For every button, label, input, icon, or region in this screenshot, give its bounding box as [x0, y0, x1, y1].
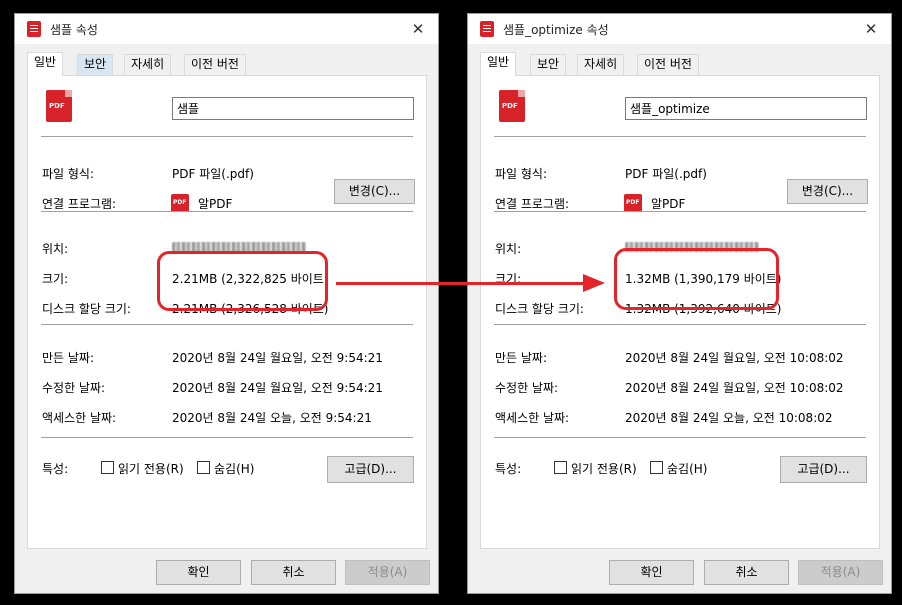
open-with-label: 연결 프로그램: [42, 197, 117, 211]
size-highlight-left [157, 251, 328, 311]
modified-value: 2020년 8월 24일 월요일, 오전 9:54:21 [172, 381, 383, 395]
apply-button[interactable]: 적용(A) [798, 560, 883, 585]
window-title: 샘플_optimize 속성 [503, 23, 609, 37]
tab-previous-versions[interactable]: 이전 버전 [184, 54, 246, 75]
separator [494, 211, 866, 212]
file-type-label: 파일 형식: [42, 167, 95, 181]
tab-previous-versions[interactable]: 이전 버전 [637, 54, 699, 75]
separator [494, 437, 866, 438]
accessed-label: 액세스한 날짜: [495, 411, 570, 425]
created-label: 만든 날짜: [42, 351, 95, 365]
tab-details[interactable]: 자세히 [577, 54, 625, 75]
pdf-app-icon: PDF [624, 194, 642, 212]
change-button[interactable]: 변경(C)... [787, 179, 868, 204]
advanced-button[interactable]: 고급(D)... [780, 456, 867, 483]
advanced-button[interactable]: 고급(D)... [327, 456, 414, 483]
attributes-label: 특성: [495, 462, 522, 476]
pdf-file-icon [480, 21, 494, 37]
file-name-input[interactable] [172, 97, 414, 120]
pdf-file-icon: PDF [499, 90, 525, 122]
separator [494, 136, 866, 137]
accessed-value: 2020년 8월 24일 오늘, 오전 10:08:02 [625, 411, 833, 425]
modified-label: 수정한 날짜: [42, 381, 106, 395]
apply-button[interactable]: 적용(A) [345, 560, 430, 585]
arrow-right-icon [583, 274, 605, 292]
tab-security[interactable]: 보안 [530, 54, 567, 75]
created-value: 2020년 8월 24일 월요일, 오전 9:54:21 [172, 351, 383, 365]
separator [494, 324, 866, 325]
created-value: 2020년 8월 24일 월요일, 오전 10:08:02 [625, 351, 844, 365]
tab-general[interactable]: 일반 [480, 52, 517, 76]
change-button[interactable]: 변경(C)... [334, 179, 415, 204]
readonly-label[interactable]: 읽기 전용(R) [571, 460, 637, 477]
disk-size-label: 디스크 할당 크기: [42, 302, 131, 316]
separator [41, 136, 413, 137]
hidden-label[interactable]: 숨김(H) [667, 460, 707, 477]
tab-general[interactable]: 일반 [27, 52, 64, 76]
size-highlight-right [614, 248, 779, 310]
size-label: 크기: [42, 272, 69, 286]
accessed-label: 액세스한 날짜: [42, 411, 117, 425]
tab-security[interactable]: 보안 [77, 54, 114, 75]
hidden-checkbox[interactable] [650, 461, 663, 474]
general-panel: PDF 파일 형식: PDF 파일(.pdf) 연결 프로그램: PDF 알PD… [27, 75, 427, 549]
attributes-label: 특성: [42, 462, 69, 476]
pdf-file-icon [27, 21, 41, 37]
location-label: 위치: [495, 242, 522, 256]
readonly-checkbox[interactable] [554, 461, 567, 474]
open-with-value: 알PDF [651, 197, 686, 211]
separator [41, 324, 413, 325]
pdf-file-icon: PDF [46, 90, 72, 122]
file-type-label: 파일 형식: [495, 167, 548, 181]
close-icon[interactable]: ✕ [408, 19, 428, 39]
window-title: 샘플 속성 [50, 23, 98, 37]
file-name-input[interactable] [625, 97, 867, 120]
modified-label: 수정한 날짜: [495, 381, 559, 395]
hidden-label[interactable]: 숨김(H) [214, 460, 254, 477]
location-label: 위치: [42, 242, 69, 256]
readonly-checkbox[interactable] [101, 461, 114, 474]
file-type-value: PDF 파일(.pdf) [172, 167, 254, 181]
tab-details[interactable]: 자세히 [124, 54, 172, 75]
cancel-button[interactable]: 취소 [704, 560, 789, 585]
ok-button[interactable]: 확인 [609, 560, 694, 585]
title-bar[interactable]: 샘플 속성 ✕ [15, 14, 438, 44]
file-type-value: PDF 파일(.pdf) [625, 167, 707, 181]
hidden-checkbox[interactable] [197, 461, 210, 474]
separator [41, 437, 413, 438]
close-icon[interactable]: ✕ [861, 19, 881, 39]
general-panel: PDF 파일 형식: PDF 파일(.pdf) 연결 프로그램: PDF 알PD… [480, 75, 880, 549]
separator [41, 211, 413, 212]
readonly-label[interactable]: 읽기 전용(R) [118, 460, 184, 477]
title-bar[interactable]: 샘플_optimize 속성 ✕ [468, 14, 891, 44]
cancel-button[interactable]: 취소 [251, 560, 336, 585]
pdf-app-icon: PDF [171, 194, 189, 212]
ok-button[interactable]: 확인 [156, 560, 241, 585]
modified-value: 2020년 8월 24일 월요일, 오전 10:08:02 [625, 381, 844, 395]
disk-size-label: 디스크 할당 크기: [495, 302, 584, 316]
open-with-label: 연결 프로그램: [495, 197, 570, 211]
created-label: 만든 날짜: [495, 351, 548, 365]
open-with-value: 알PDF [198, 197, 233, 211]
arrow-line [336, 282, 586, 285]
accessed-value: 2020년 8월 24일 오늘, 오전 9:54:21 [172, 411, 372, 425]
